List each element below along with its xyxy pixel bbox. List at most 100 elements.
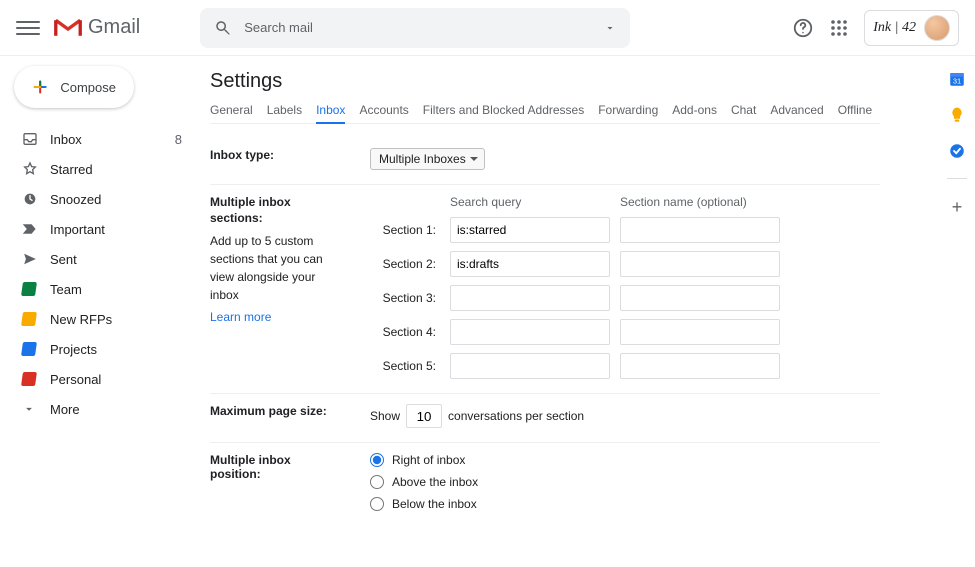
- label-color-icon: [21, 372, 37, 386]
- inbox-icon: [22, 131, 38, 147]
- sidebar-item-sent[interactable]: Sent: [0, 244, 200, 274]
- search-icon: [214, 19, 232, 37]
- keep-icon[interactable]: [948, 106, 966, 124]
- sidebar-item-label: Starred: [50, 162, 93, 177]
- tab-labels[interactable]: Labels: [267, 103, 302, 117]
- position-radio[interactable]: [370, 475, 384, 489]
- sidebar-item-label: Sent: [50, 252, 77, 267]
- sidebar-item-team[interactable]: Team: [0, 274, 200, 304]
- col-header-query: Search query: [450, 195, 610, 209]
- sidebar-item-count: 8: [175, 132, 182, 147]
- sections-grid: Search query Section name (optional) Sec…: [370, 195, 880, 379]
- compose-button[interactable]: Compose: [14, 66, 134, 108]
- section-label: Section 2:: [370, 257, 440, 271]
- compose-plus-icon: [32, 78, 48, 96]
- sidebar-item-label: Projects: [50, 342, 97, 357]
- sidebar-item-label: Inbox: [50, 132, 82, 147]
- tab-offline[interactable]: Offline: [838, 103, 872, 117]
- tab-forwarding[interactable]: Forwarding: [598, 103, 658, 117]
- sidebar-item-new-rfps[interactable]: New RFPs: [0, 304, 200, 334]
- position-option-label: Below the inbox: [392, 497, 477, 511]
- col-header-name: Section name (optional): [620, 195, 780, 209]
- sent-icon: [22, 252, 38, 266]
- section-query-input[interactable]: [450, 285, 610, 311]
- sidebar-item-more[interactable]: More: [0, 394, 200, 424]
- tab-filters[interactable]: Filters and Blocked Addresses: [423, 103, 584, 117]
- account-badge-text: Ink | 42: [873, 20, 916, 36]
- sidebar-item-label: New RFPs: [50, 312, 112, 327]
- help-icon[interactable]: [792, 17, 814, 39]
- sidebar-item-inbox[interactable]: Inbox 8: [0, 124, 200, 154]
- tab-addons[interactable]: Add-ons: [672, 103, 717, 117]
- sidebar-item-label: Team: [50, 282, 82, 297]
- section-name-input[interactable]: [620, 285, 780, 311]
- sidebar: Compose Inbox 8 Starred Snoozed Importan…: [0, 56, 200, 547]
- sidebar-item-personal[interactable]: Personal: [0, 364, 200, 394]
- user-avatar: [924, 15, 950, 41]
- label-color-icon: [21, 282, 37, 296]
- tab-inbox[interactable]: Inbox: [316, 103, 345, 124]
- tab-chat[interactable]: Chat: [731, 103, 756, 117]
- setting-label: Inbox type:: [210, 148, 340, 170]
- apps-grid-icon[interactable]: [830, 19, 848, 37]
- sidebar-item-label: More: [50, 402, 80, 417]
- position-radio[interactable]: [370, 497, 384, 511]
- section-query-input[interactable]: [450, 353, 610, 379]
- sidebar-item-projects[interactable]: Projects: [0, 334, 200, 364]
- position-option-label: Right of inbox: [392, 453, 465, 467]
- setting-page-size: Maximum page size: Show conversations pe…: [210, 394, 880, 443]
- sections-desc: Add up to 5 custom sections that you can…: [210, 232, 340, 304]
- sidebar-item-label: Personal: [50, 372, 101, 387]
- label-color-icon: [21, 342, 37, 356]
- sidebar-item-starred[interactable]: Starred: [0, 154, 200, 184]
- position-option-above[interactable]: Above the inbox: [370, 475, 880, 489]
- important-icon: [22, 222, 38, 236]
- position-option-below[interactable]: Below the inbox: [370, 497, 880, 511]
- search-bar[interactable]: Search mail: [200, 8, 630, 48]
- section-query-input[interactable]: [450, 217, 610, 243]
- section-query-input[interactable]: [450, 319, 610, 345]
- setting-multiple-sections: Multiple inbox sections: Add up to 5 cus…: [210, 185, 880, 394]
- rail-divider: [947, 178, 967, 179]
- gmail-wordmark: Gmail: [88, 16, 140, 39]
- section-name-input[interactable]: [620, 217, 780, 243]
- add-addon-button[interactable]: +: [952, 197, 963, 218]
- header-right: Ink | 42: [792, 10, 959, 46]
- learn-more-link[interactable]: Learn more: [210, 310, 271, 326]
- page-size-suffix: conversations per section: [448, 409, 584, 423]
- page-title: Settings: [210, 70, 880, 93]
- sidebar-item-important[interactable]: Important: [0, 214, 200, 244]
- calendar-icon[interactable]: 31: [948, 70, 966, 88]
- tab-general[interactable]: General: [210, 103, 253, 117]
- setting-label: Multiple inbox position:: [210, 453, 340, 519]
- section-name-input[interactable]: [620, 251, 780, 277]
- section-label: Section 1:: [370, 223, 440, 237]
- search-options-icon[interactable]: [604, 22, 616, 34]
- section-query-input[interactable]: [450, 251, 610, 277]
- star-icon: [22, 161, 38, 177]
- main-menu-icon[interactable]: [16, 16, 40, 40]
- sidebar-item-snoozed[interactable]: Snoozed: [0, 184, 200, 214]
- section-label: Section 3:: [370, 291, 440, 305]
- gmail-m-icon: [54, 18, 82, 38]
- gmail-logo[interactable]: Gmail: [54, 16, 140, 39]
- tasks-icon[interactable]: [948, 142, 966, 160]
- tab-accounts[interactable]: Accounts: [359, 103, 408, 117]
- side-rail: 31 +: [947, 70, 967, 218]
- chevron-down-icon: [22, 402, 36, 416]
- sidebar-item-label: Snoozed: [50, 192, 101, 207]
- setting-label: Multiple inbox sections: Add up to 5 cus…: [210, 195, 340, 379]
- tab-advanced[interactable]: Advanced: [770, 103, 823, 117]
- account-badge[interactable]: Ink | 42: [864, 10, 959, 46]
- section-name-input[interactable]: [620, 319, 780, 345]
- section-label: Section 5:: [370, 359, 440, 373]
- inbox-type-select[interactable]: Multiple Inboxes: [370, 148, 485, 170]
- page-size-input[interactable]: [406, 404, 442, 428]
- position-option-label: Above the inbox: [392, 475, 478, 489]
- section-name-input[interactable]: [620, 353, 780, 379]
- compose-label: Compose: [60, 80, 116, 95]
- position-option-right[interactable]: Right of inbox: [370, 453, 880, 467]
- position-radio[interactable]: [370, 453, 384, 467]
- header: Gmail Search mail Ink | 42: [0, 0, 975, 56]
- settings-tabs: General Labels Inbox Accounts Filters an…: [210, 103, 880, 124]
